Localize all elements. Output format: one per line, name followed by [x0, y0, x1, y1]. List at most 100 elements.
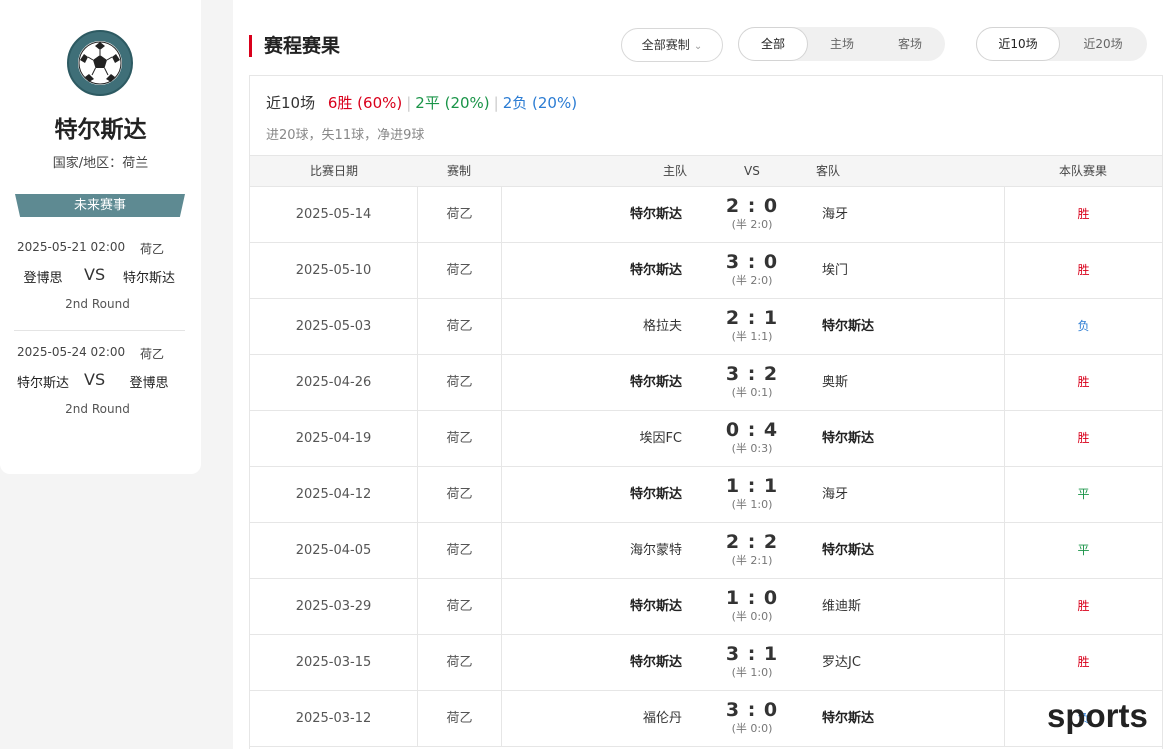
full-time-score: 1 : 1	[725, 475, 779, 497]
summary-label: 近10场	[266, 94, 316, 112]
away-team[interactable]: 特尔斯达	[822, 523, 1005, 578]
half-time-score: (半 1:0)	[731, 666, 773, 679]
table-row[interactable]: 2025-04-19 荷乙 埃因FC 0 : 4 (半 0:3) 特尔斯达 胜	[250, 411, 1162, 467]
match-result: 平	[1077, 487, 1090, 501]
results-panel: 赛程赛果 全部赛制 ⌄ 全部 主场 客场 近10场 近20场 近10场 6胜 (6…	[233, 0, 1166, 749]
table-row[interactable]: 2025-03-12 荷乙 福伦丹 3 : 0 (半 0:0) 特尔斯达负	[250, 691, 1162, 747]
match-league: 荷乙	[418, 467, 502, 522]
full-time-score: 1 : 0	[725, 587, 779, 609]
chevron-down-icon: ⌄	[693, 41, 703, 52]
range-tabs: 近10场 近20场	[976, 27, 1147, 61]
half-time-score: (半 2:0)	[731, 218, 773, 231]
home-team[interactable]: 特尔斯达	[502, 579, 682, 634]
away-team[interactable]: 特尔斯达	[822, 299, 1005, 354]
future-matches-banner: 未来赛事	[15, 194, 185, 217]
table-row[interactable]: 2025-05-14 荷乙 特尔斯达 2 : 0 (半 2:0) 海牙 胜	[250, 187, 1162, 243]
half-time-score: (半 1:0)	[731, 498, 773, 511]
home-team[interactable]: 格拉夫	[502, 299, 682, 354]
match-score[interactable]: 0 : 4 (半 0:3)	[700, 411, 804, 466]
away-team[interactable]: 特尔斯达	[822, 691, 1005, 746]
summary-losses: 2负 (20%)	[502, 94, 578, 112]
home-team[interactable]: 福伦丹	[502, 691, 682, 746]
col-home: 主队	[663, 164, 688, 178]
summary-wins: 6胜 (60%)	[327, 94, 403, 112]
table-row[interactable]: 2025-04-12 荷乙 特尔斯达 1 : 1 (半 1:0) 海牙 平	[250, 467, 1162, 523]
away-team[interactable]: 罗达JC	[822, 635, 1005, 690]
tab-away[interactable]: 客场	[876, 27, 944, 61]
match-result: 胜	[1077, 263, 1090, 277]
tab-all[interactable]: 全部	[738, 27, 808, 61]
future-match-away: 特尔斯达	[122, 271, 175, 286]
away-team[interactable]: 海牙	[822, 187, 1005, 242]
full-time-score: 2 : 2	[725, 531, 779, 553]
away-team[interactable]: 维迪斯	[822, 579, 1005, 634]
future-match-datetime: 2025-05-21 02:00	[17, 240, 126, 254]
match-date: 2025-04-05	[250, 523, 418, 578]
team-name: 特尔斯达	[54, 117, 147, 143]
away-team[interactable]: 特尔斯达	[822, 411, 1005, 466]
table-row[interactable]: 2025-04-05 荷乙 海尔蒙特 2 : 2 (半 2:1) 特尔斯达 平	[250, 523, 1162, 579]
team-card: 特尔斯达 国家/地区：荷兰 未来赛事 2025-05-21 02:00 荷乙 登…	[0, 0, 201, 474]
match-league: 荷乙	[418, 299, 502, 354]
match-score[interactable]: 3 : 0 (半 2:0)	[700, 243, 804, 298]
table-row[interactable]: 2025-04-26 荷乙 特尔斯达 3 : 2 (半 0:1) 奥斯 胜	[250, 355, 1162, 411]
half-time-score: (半 0:3)	[731, 442, 773, 455]
tab-last-10[interactable]: 近10场	[976, 27, 1060, 61]
home-team[interactable]: 海尔蒙特	[502, 523, 682, 578]
full-time-score: 3 : 0	[725, 699, 779, 721]
half-time-score: (半 0:0)	[731, 722, 773, 735]
match-score[interactable]: 2 : 2 (半 2:1)	[700, 523, 804, 578]
match-date: 2025-03-15	[250, 635, 418, 690]
half-time-score: (半 2:0)	[731, 274, 773, 287]
match-score[interactable]: 1 : 0 (半 0:0)	[700, 579, 804, 634]
match-league: 荷乙	[418, 579, 502, 634]
match-score[interactable]: 2 : 1 (半 1:1)	[700, 299, 804, 354]
competition-filter-dropdown[interactable]: 全部赛制 ⌄	[621, 28, 723, 62]
col-date: 比赛日期	[310, 164, 359, 178]
table-row[interactable]: 2025-03-29 荷乙 特尔斯达 1 : 0 (半 0:0) 维迪斯 胜	[250, 579, 1162, 635]
match-result: 负	[1077, 319, 1090, 333]
away-team[interactable]: 海牙	[822, 467, 1005, 522]
match-league: 荷乙	[418, 187, 502, 242]
match-result: 胜	[1077, 375, 1090, 389]
match-result: 平	[1077, 543, 1090, 557]
full-time-score: 2 : 0	[725, 195, 779, 217]
region-label: 国家/地区：	[52, 156, 123, 171]
future-match-vs: VS	[84, 370, 106, 389]
match-result: 胜	[1077, 655, 1090, 669]
future-match-away: 登博思	[129, 376, 169, 391]
results-table: 2025-05-14 荷乙 特尔斯达 2 : 0 (半 2:0) 海牙胜 2025-05-1…	[250, 187, 1162, 747]
match-league: 荷乙	[418, 243, 502, 298]
team-logo-icon	[67, 30, 133, 96]
table-row[interactable]: 2025-05-03 荷乙 格拉夫 2 : 1 (半 1:1) 特尔斯达 负	[250, 299, 1162, 355]
future-match-home: 登博思	[23, 271, 63, 286]
match-score[interactable]: 3 : 1 (半 1:0)	[700, 635, 804, 690]
half-time-score: (半 0:1)	[731, 386, 773, 399]
match-score[interactable]: 3 : 0 (半 0:0)	[700, 691, 804, 746]
match-date: 2025-03-29	[250, 579, 418, 634]
away-team[interactable]: 埃门	[822, 243, 1005, 298]
home-team[interactable]: 特尔斯达	[502, 467, 682, 522]
venue-tabs: 全部 主场 客场	[738, 27, 945, 61]
future-match-vs: VS	[84, 265, 106, 284]
match-score[interactable]: 1 : 1 (半 1:0)	[700, 467, 804, 522]
home-team[interactable]: 埃因FC	[502, 411, 682, 466]
watermark-logo: sports	[1047, 697, 1148, 734]
match-result: 胜	[1077, 431, 1090, 445]
match-score[interactable]: 3 : 2 (半 0:1)	[700, 355, 804, 410]
match-date: 2025-05-03	[250, 299, 418, 354]
match-league: 荷乙	[418, 411, 502, 466]
tab-last-20[interactable]: 近20场	[1060, 27, 1146, 61]
away-team[interactable]: 奥斯	[822, 355, 1005, 410]
home-team[interactable]: 特尔斯达	[502, 243, 682, 298]
match-date: 2025-03-12	[250, 691, 418, 746]
summary-separator: |	[493, 94, 499, 112]
table-row[interactable]: 2025-05-10 荷乙 特尔斯达 3 : 0 (半 2:0) 埃门 胜	[250, 243, 1162, 299]
tab-home[interactable]: 主场	[808, 27, 876, 61]
match-score[interactable]: 2 : 0 (半 2:0)	[700, 187, 804, 242]
home-team[interactable]: 特尔斯达	[502, 355, 682, 410]
home-team[interactable]: 特尔斯达	[502, 635, 682, 690]
home-team[interactable]: 特尔斯达	[502, 187, 682, 242]
match-date: 2025-05-14	[250, 187, 418, 242]
table-row[interactable]: 2025-03-15 荷乙 特尔斯达 3 : 1 (半 1:0) 罗达JC 胜	[250, 635, 1162, 691]
